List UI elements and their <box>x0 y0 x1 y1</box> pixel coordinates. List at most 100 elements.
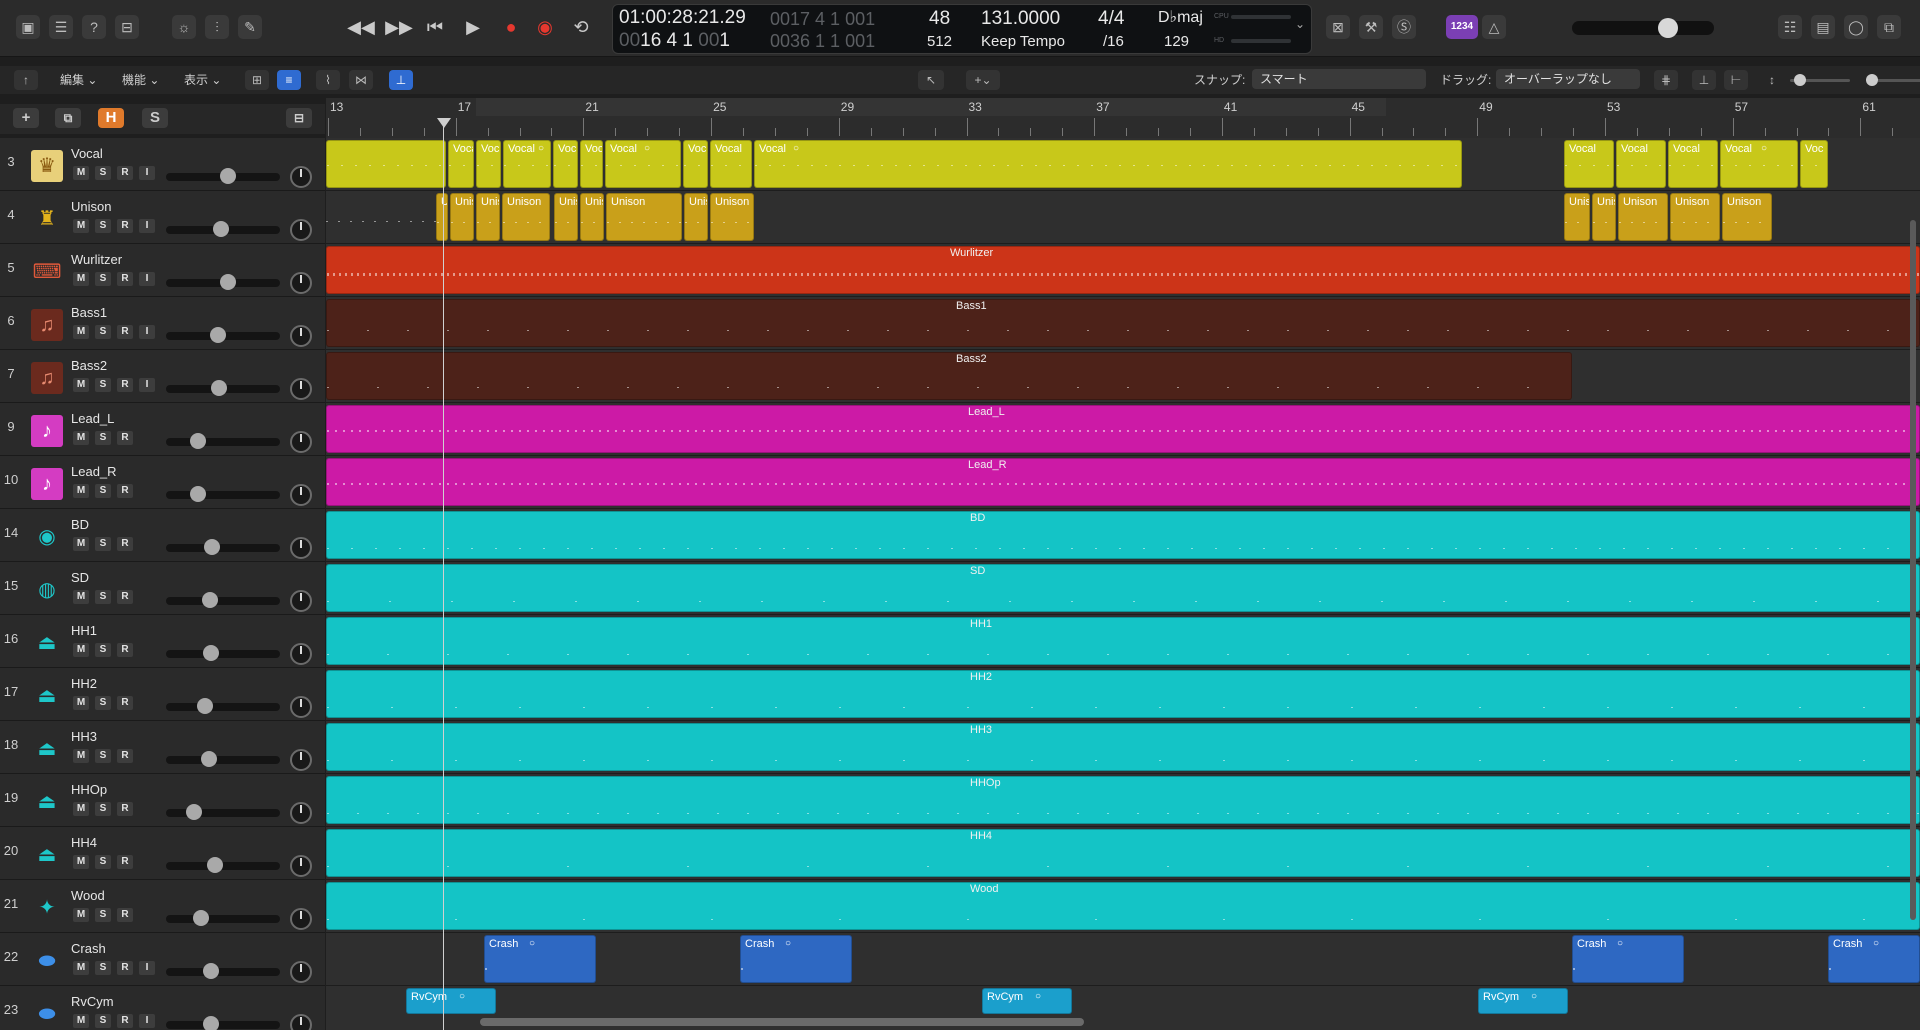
mute-button[interactable]: M <box>73 166 89 180</box>
region[interactable] <box>326 723 1920 771</box>
playhead[interactable] <box>443 120 444 1030</box>
bass-icon[interactable]: ♫ <box>31 362 63 394</box>
volume-fader-knob[interactable] <box>219 274 236 290</box>
record-enable-button[interactable]: R <box>117 431 133 445</box>
play-button[interactable]: ▶ <box>458 12 488 42</box>
volume-fader[interactable] <box>166 756 280 764</box>
region[interactable]: Voc <box>580 140 603 188</box>
add-track-button[interactable]: + <box>13 108 39 128</box>
toolbar-toggle-icon[interactable]: ⊟ <box>115 15 139 39</box>
region[interactable]: Unison <box>710 193 754 241</box>
region[interactable]: RvCym ○ <box>982 988 1072 1014</box>
track-header[interactable]: 6 ♫ Bass1 M S R I <box>0 297 325 350</box>
track-header[interactable]: 15 ◍ SD M S R <box>0 562 325 615</box>
record-enable-button[interactable]: R <box>117 166 133 180</box>
mute-button[interactable]: M <box>73 643 89 657</box>
mute-button[interactable]: M <box>73 749 89 763</box>
volume-fader[interactable] <box>166 544 280 552</box>
zoom-horizontal-icon[interactable]: ⊢ <box>1724 70 1748 90</box>
track-name[interactable]: Bass2 <box>71 358 107 373</box>
track-header[interactable]: 20 ⏏ HH4 M S R <box>0 827 325 880</box>
pan-knob[interactable] <box>290 537 312 559</box>
mute-button[interactable]: M <box>73 484 89 498</box>
track-lane[interactable]: HH2 <box>326 668 1920 721</box>
track-header[interactable]: 17 ⏏ HH2 M S R <box>0 668 325 721</box>
region[interactable]: RvCym ○ <box>406 988 496 1014</box>
region[interactable] <box>326 140 446 188</box>
region[interactable] <box>326 670 1920 718</box>
volume-fader[interactable] <box>166 1021 280 1029</box>
pan-knob[interactable] <box>290 1014 312 1030</box>
hide-button[interactable]: H <box>98 108 124 128</box>
track-lane[interactable]: Wurlitzer <box>326 244 1920 297</box>
volume-fader-knob[interactable] <box>189 433 206 449</box>
track-name[interactable]: Wood <box>71 888 105 903</box>
choir-icon[interactable]: ♜ <box>31 203 63 235</box>
solo-button[interactable]: S <box>95 696 111 710</box>
volume-fader-knob[interactable] <box>193 910 210 926</box>
hihat-icon[interactable]: ⏏ <box>31 786 63 818</box>
track-lane[interactable]: HH4 <box>326 827 1920 880</box>
track-lane[interactable]: Lead_R <box>326 456 1920 509</box>
horizontal-zoom-knob[interactable] <box>1866 74 1878 86</box>
catch-icon[interactable]: ⊥ <box>389 70 413 90</box>
solo-button[interactable]: S <box>95 325 111 339</box>
global-tracks-icon[interactable]: ⊟ <box>286 108 312 128</box>
waveform-zoom-icon[interactable]: ⋕ <box>1654 70 1678 90</box>
track-lane[interactable]: SD <box>326 562 1920 615</box>
replace-icon[interactable]: ⊠ <box>1326 15 1350 39</box>
fast-forward-button[interactable]: ▶▶ <box>384 12 414 42</box>
region[interactable]: Unis <box>450 193 474 241</box>
snap-select[interactable]: スマート <box>1252 69 1426 89</box>
region[interactable]: Vocal ○ <box>605 140 681 188</box>
pan-knob[interactable] <box>290 961 312 983</box>
horizontal-scrollbar[interactable] <box>480 1018 1084 1026</box>
pan-knob[interactable] <box>290 802 312 824</box>
pan-knob[interactable] <box>290 696 312 718</box>
solo-button[interactable]: S <box>95 166 111 180</box>
region[interactable]: Voc <box>476 140 501 188</box>
input-monitor-button[interactable]: I <box>139 378 155 392</box>
region[interactable]: Vocal ○ <box>503 140 551 188</box>
solo-button[interactable]: S <box>95 961 111 975</box>
cycle-area[interactable] <box>476 98 1386 116</box>
division[interactable]: /16 <box>1103 33 1124 50</box>
track-lane[interactable]: Lead_L <box>326 403 1920 456</box>
track-header[interactable]: 5 ⌨ Wurlitzer M S R I <box>0 244 325 297</box>
region[interactable]: Crash ○ <box>1828 935 1920 983</box>
track-lane[interactable]: BD <box>326 509 1920 562</box>
record-enable-button[interactable]: R <box>117 802 133 816</box>
region[interactable]: Unis <box>1564 193 1590 241</box>
volume-fader-knob[interactable] <box>203 645 220 661</box>
volume-fader-knob[interactable] <box>197 698 214 714</box>
track-lane[interactable]: VocaVocVocal○VocVocVocal○VocVocalVocal○V… <box>326 138 1920 191</box>
flex-icon[interactable]: ⋈ <box>349 70 373 90</box>
smart-controls-icon[interactable]: ☼ <box>172 15 196 39</box>
snare-drum-icon[interactable]: ◍ <box>31 574 63 606</box>
quick-help-icon[interactable]: ? <box>82 15 106 39</box>
track-name[interactable]: BD <box>71 517 89 532</box>
track-header[interactable]: 3 ♛ Vocal M S R I <box>0 138 325 191</box>
library-icon[interactable]: ▣ <box>16 15 40 39</box>
master-volume-knob[interactable] <box>1658 18 1678 38</box>
rewind-button[interactable]: ◀◀ <box>346 12 376 42</box>
track-header[interactable]: 9 ♪ Lead_L M S R <box>0 403 325 456</box>
record-enable-button[interactable]: R <box>117 961 133 975</box>
track-header[interactable]: 4 ♜ Unison M S R I <box>0 191 325 244</box>
pan-knob[interactable] <box>290 219 312 241</box>
region[interactable] <box>326 617 1920 665</box>
mute-button[interactable]: M <box>73 325 89 339</box>
track-header[interactable]: 23 ⬬ RvCym M S R I <box>0 986 325 1030</box>
playhead-handle[interactable] <box>437 118 451 128</box>
chevron-down-icon[interactable]: ⌄ <box>1295 17 1305 31</box>
region[interactable]: Vocal <box>710 140 752 188</box>
region[interactable]: Voc <box>683 140 708 188</box>
region[interactable]: Vocal ○ <box>1720 140 1798 188</box>
track-lane[interactable]: Crash ○ Crash ○ Crash ○ Crash ○ <box>326 933 1920 986</box>
volume-fader-knob[interactable] <box>207 857 224 873</box>
master-volume-slider[interactable] <box>1572 21 1714 35</box>
solo-all-button[interactable]: S <box>142 108 168 128</box>
region[interactable] <box>326 299 1920 347</box>
volume-fader-knob[interactable] <box>204 539 221 555</box>
record-enable-button[interactable]: R <box>117 219 133 233</box>
